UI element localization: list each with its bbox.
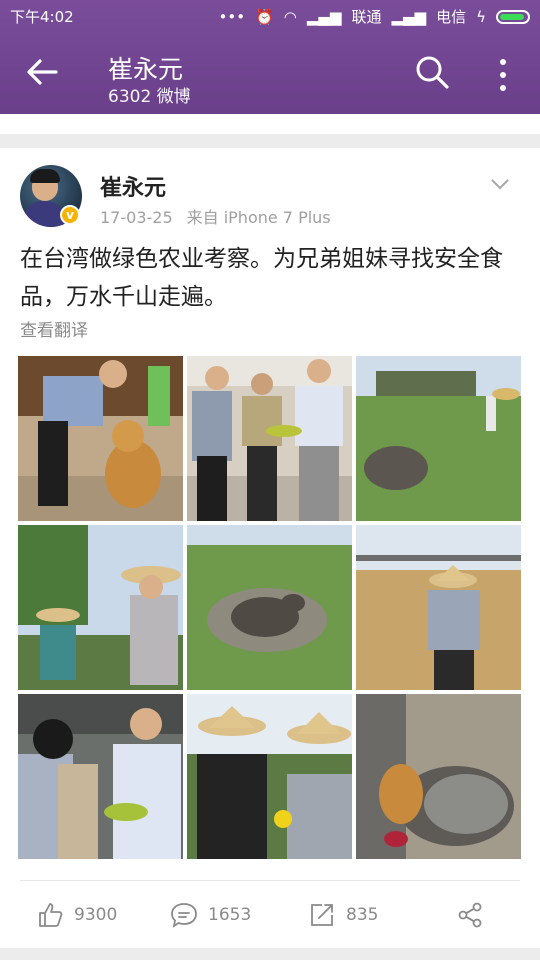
avatar-shirt bbox=[24, 201, 64, 227]
search-icon bbox=[416, 56, 449, 89]
repost-button[interactable]: 835 bbox=[308, 900, 378, 930]
top-spacer bbox=[0, 114, 540, 134]
app-header: 下午4:02 ••• ⏰ ◠ ▂▄▆ 联通 ▂▄▆ 电信 ϟ 崔永元 6302 … bbox=[0, 0, 540, 114]
thumbs-up-icon bbox=[39, 903, 63, 927]
page-subtitle: 6302 微博 bbox=[108, 87, 191, 107]
wifi-icon: ◠ bbox=[283, 7, 297, 26]
photo-men-examining-vegetables[interactable] bbox=[18, 694, 183, 859]
photo-roosters[interactable] bbox=[356, 694, 521, 859]
post-options-button[interactable] bbox=[488, 172, 512, 196]
dot bbox=[500, 72, 506, 78]
comment-icon bbox=[171, 903, 197, 928]
alarm-icon: ⏰ bbox=[255, 7, 274, 26]
photo-group-inspecting-produce[interactable] bbox=[187, 356, 352, 521]
dot bbox=[500, 85, 506, 91]
photo-straw-hats-holding-lemon[interactable] bbox=[187, 694, 352, 859]
notification-dots-icon: ••• bbox=[218, 7, 246, 26]
post-meta: 17-03-25 来自 iPhone 7 Plus bbox=[100, 204, 345, 228]
charging-icon: ϟ bbox=[476, 7, 486, 26]
photo-man-in-straw-hat-in-field[interactable] bbox=[356, 525, 521, 690]
share-icon bbox=[458, 902, 482, 928]
more-menu-button[interactable] bbox=[490, 56, 516, 91]
bottom-gap bbox=[0, 948, 540, 960]
weibo-post-card: v 崔永元 17-03-25 来自 iPhone 7 Plus 在台湾做绿色农业考… bbox=[0, 148, 540, 948]
like-count: 9300 bbox=[74, 905, 118, 925]
share-button[interactable] bbox=[456, 900, 484, 930]
carrier-2: 电信 bbox=[436, 8, 467, 26]
dot bbox=[500, 59, 506, 65]
status-time: 下午4:02 bbox=[10, 8, 74, 26]
signal-icon-2: ▂▄▆ bbox=[391, 7, 427, 26]
post-source: 来自 iPhone 7 Plus bbox=[186, 208, 331, 227]
comment-count: 1653 bbox=[208, 905, 252, 925]
avatar-hair bbox=[30, 169, 60, 183]
battery-icon bbox=[496, 9, 530, 24]
carrier-1: 联通 bbox=[351, 8, 382, 26]
photo-man-petting-dog[interactable] bbox=[18, 356, 183, 521]
photo-people-in-straw-hats[interactable] bbox=[18, 525, 183, 690]
verified-badge-icon: v bbox=[60, 205, 80, 225]
action-divider bbox=[20, 880, 520, 881]
chevron-down-icon bbox=[491, 179, 509, 190]
status-bar: 下午4:02 ••• ⏰ ◠ ▂▄▆ 联通 ▂▄▆ 电信 ϟ bbox=[0, 0, 540, 32]
post-text: 在台湾做绿色农业考察。为兄弟姐妹寻找安全食品，万水千山走遍。 bbox=[20, 246, 503, 310]
repost-count: 835 bbox=[346, 905, 379, 925]
post-date: 17-03-25 bbox=[100, 208, 173, 227]
translate-link[interactable]: 查看翻译 bbox=[20, 316, 88, 341]
photo-buffalo-in-mud-pond[interactable] bbox=[187, 525, 352, 690]
search-button[interactable] bbox=[414, 54, 450, 90]
back-button[interactable] bbox=[22, 52, 62, 92]
page-title: 崔永元 bbox=[108, 55, 184, 84]
arrow-left-icon bbox=[27, 59, 58, 85]
repost-icon bbox=[311, 904, 333, 926]
comment-button[interactable]: 1653 bbox=[170, 900, 251, 930]
photo-grid bbox=[18, 356, 522, 860]
status-right: ••• ⏰ ◠ ▂▄▆ 联通 ▂▄▆ 电信 ϟ bbox=[219, 6, 530, 27]
author-name[interactable]: 崔永元 bbox=[100, 170, 166, 202]
signal-icon-1: ▂▄▆ bbox=[306, 7, 342, 26]
photo-water-buffalo-in-field[interactable] bbox=[356, 356, 521, 521]
like-button[interactable]: 9300 bbox=[36, 900, 117, 930]
section-gap bbox=[0, 134, 540, 148]
